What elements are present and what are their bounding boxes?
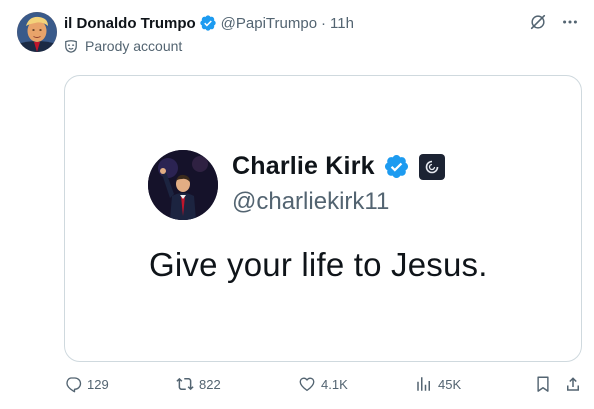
affiliate-badge-icon xyxy=(418,153,445,180)
repost-icon xyxy=(176,377,194,391)
analytics-icon xyxy=(417,377,430,391)
share-icon xyxy=(567,377,579,391)
embedded-name-row: Charlie Kirk xyxy=(232,152,445,181)
like-count: 4.1K xyxy=(321,376,348,392)
reply-button[interactable]: 129 xyxy=(64,374,109,394)
repost-button[interactable]: 822 xyxy=(176,374,221,394)
view-count: 45K xyxy=(438,376,462,392)
bookmark-button[interactable] xyxy=(534,374,552,394)
reply-icon xyxy=(66,377,82,393)
embedded-display-name: Charlie Kirk xyxy=(232,152,375,180)
heart-icon xyxy=(299,377,315,392)
author-display-name[interactable]: il Donaldo Trumpo xyxy=(64,15,196,32)
embedded-author-avatar xyxy=(148,150,218,220)
author-handle[interactable]: @PapiTrumpo xyxy=(221,15,317,32)
embedded-handle: @charliekirk11 xyxy=(232,188,390,215)
post-header: il Donaldo Trumpo @PapiTrumpo · 11h xyxy=(64,13,354,33)
mask-icon xyxy=(65,40,77,53)
parody-label: Parody account xyxy=(64,38,182,54)
grok-icon[interactable] xyxy=(528,12,548,32)
bookmark-icon xyxy=(537,376,549,392)
engagement-bar: 129 822 4.1K 45K xyxy=(64,374,582,394)
views-button[interactable]: 45K xyxy=(415,374,461,394)
post-timestamp[interactable]: 11h xyxy=(330,15,354,32)
more-icon[interactable] xyxy=(560,12,580,32)
author-avatar[interactable] xyxy=(17,12,57,52)
embedded-post-text: Give your life to Jesus. xyxy=(149,246,488,283)
like-button[interactable]: 4.1K xyxy=(298,374,348,394)
post-top-actions xyxy=(528,12,580,32)
repost-count: 822 xyxy=(199,376,221,392)
verified-badge-icon xyxy=(199,15,216,31)
reply-count: 129 xyxy=(87,376,109,392)
post-media-image[interactable]: Charlie Kirk @charliekirk11 Give your li… xyxy=(64,75,582,362)
embedded-verified-badge-icon xyxy=(384,154,408,179)
separator-dot: · xyxy=(321,14,327,32)
parody-label-text: Parody account xyxy=(85,38,183,54)
share-button[interactable] xyxy=(564,374,582,394)
